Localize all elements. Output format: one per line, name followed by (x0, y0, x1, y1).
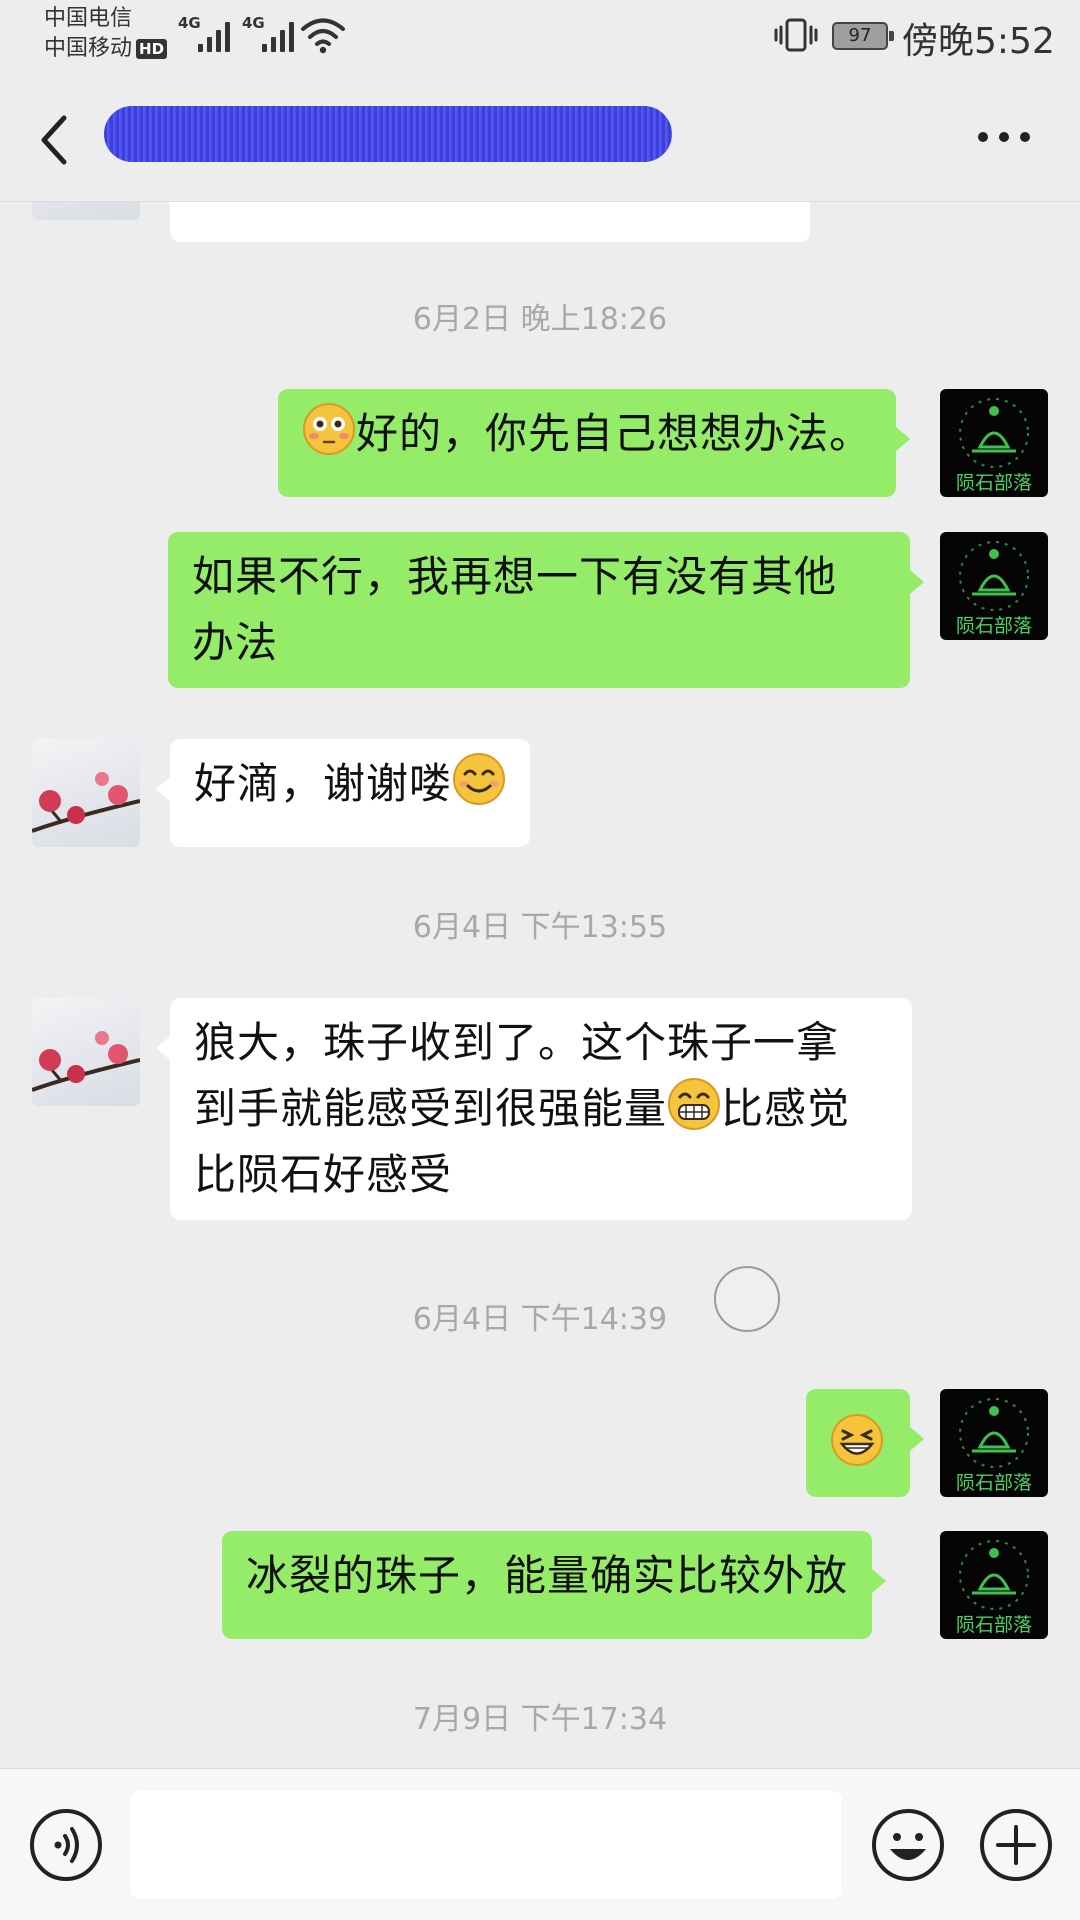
message-bubble-outgoing[interactable]: 如果不行，我再想一下有没有其他 办法 (168, 532, 924, 688)
message-text-line: 办法 (192, 618, 279, 667)
message-text: 好的，你先自己想想办法。 (356, 409, 873, 458)
logo-text: 陨石部落 (956, 1614, 1032, 1636)
message-bubble-incoming[interactable]: 好滴，谢谢喽 (155, 739, 531, 847)
chat-message-list[interactable]: 6月2日 晚上18:26 陨石部落 好的，你先自己想想办法。 陨石部落 如果不行… (0, 202, 1080, 1768)
avatar-self[interactable]: 陨石部落 (940, 389, 1048, 497)
avatar-contact[interactable] (32, 998, 140, 1106)
avatar-self[interactable]: 陨石部落 (940, 532, 1048, 640)
message-text: 好滴，谢谢喽 (194, 759, 453, 808)
battery-indicator: 97 (832, 22, 894, 50)
smiling-face-emoji-icon (453, 753, 506, 805)
chat-title-redacted (104, 106, 672, 162)
logo-text: 陨石部落 (956, 1472, 1032, 1494)
meteorite-logo-icon: 陨石部落 (956, 1398, 1032, 1494)
avatar-self[interactable]: 陨石部落 (940, 1389, 1048, 1497)
message-text-line: 狼大，珠子收到了。这个珠子一拿 (194, 1018, 840, 1067)
logo-text: 陨石部落 (956, 615, 1032, 637)
carrier-2-row: 中国移动 HD (44, 34, 168, 64)
message-timestamp: 7月9日 下午17:34 (412, 1702, 668, 1737)
avatar-contact[interactable] (32, 739, 140, 847)
message-bubble-outgoing[interactable]: 冰裂的珠子，能量确实比较外放 (222, 1531, 887, 1639)
carrier-2: 中国移动 (44, 36, 133, 61)
grinning-face-emoji-icon (668, 1078, 721, 1130)
message-timestamp: 6月4日 下午13:55 (412, 910, 668, 945)
status-bar: 中国电信 中国移动 HD 4G 4G 97 傍晚5:52 (0, 0, 1080, 80)
plum-blossom-avatar-image (32, 202, 140, 220)
chevron-left-icon[interactable] (34, 110, 74, 170)
message-input-bar (0, 1768, 1080, 1920)
message-text: 冰裂的珠子，能量确实比较外放 (246, 1551, 849, 1600)
message-input[interactable] (130, 1791, 842, 1899)
flushed-face-emoji-icon (303, 403, 355, 455)
meteorite-logo-icon: 陨石部落 (956, 541, 1032, 637)
message-bubble-outgoing[interactable]: 好的，你先自己想想办法。 (278, 389, 911, 497)
plum-blossom-avatar-image (32, 1031, 140, 1092)
avatar-self[interactable]: 陨石部落 (940, 1531, 1048, 1639)
carrier-info: 中国电信 中国移动 HD (44, 4, 168, 64)
message-text-line: 比陨石好感受 (194, 1150, 453, 1199)
message-bubble-incoming[interactable]: 狼大，珠子收到了。这个珠子一拿 到手就能感受到很强能量 比感觉 比陨石好感受 (156, 998, 912, 1220)
plum-blossom-avatar-image (32, 772, 140, 833)
emoji-icon[interactable] (870, 1807, 946, 1883)
carrier-1: 中国电信 (44, 6, 133, 31)
logo-text: 陨石部落 (956, 472, 1032, 494)
voice-icon[interactable] (28, 1807, 104, 1883)
message-timestamp: 6月4日 下午14:39 (412, 1302, 668, 1337)
avatar-contact[interactable] (32, 202, 140, 220)
floating-assist-button[interactable] (714, 1266, 780, 1332)
more-dots-icon[interactable] (978, 132, 1030, 144)
message-text-line-with-emoji: 到手就能感受到很强能量 比感觉 (194, 1076, 888, 1142)
message-bubble-partial[interactable] (156, 202, 810, 242)
chat-title (104, 106, 672, 162)
meteorite-logo-icon: 陨石部落 (956, 1540, 1032, 1636)
grinning-squint-face-emoji-icon (831, 1414, 883, 1466)
meteorite-logo-icon: 陨石部落 (956, 398, 1032, 494)
message-text: 到手就能感受到很强能量 (194, 1084, 668, 1133)
message-text: 比感觉 (721, 1084, 851, 1133)
message-bubble-outgoing[interactable] (806, 1389, 924, 1497)
chat-header (0, 80, 1080, 202)
status-time: 傍晚5:52 (902, 21, 1055, 62)
wifi-icon (301, 18, 345, 54)
signal-2-bars (262, 18, 300, 52)
signal-1-bars (198, 18, 236, 52)
message-text-line: 如果不行，我再想一下有没有其他 (192, 552, 838, 601)
vibrate-icon (774, 18, 818, 52)
hd-badge: HD (136, 39, 168, 59)
message-timestamp: 6月2日 晚上18:26 (412, 302, 668, 337)
plus-icon[interactable] (978, 1807, 1054, 1883)
